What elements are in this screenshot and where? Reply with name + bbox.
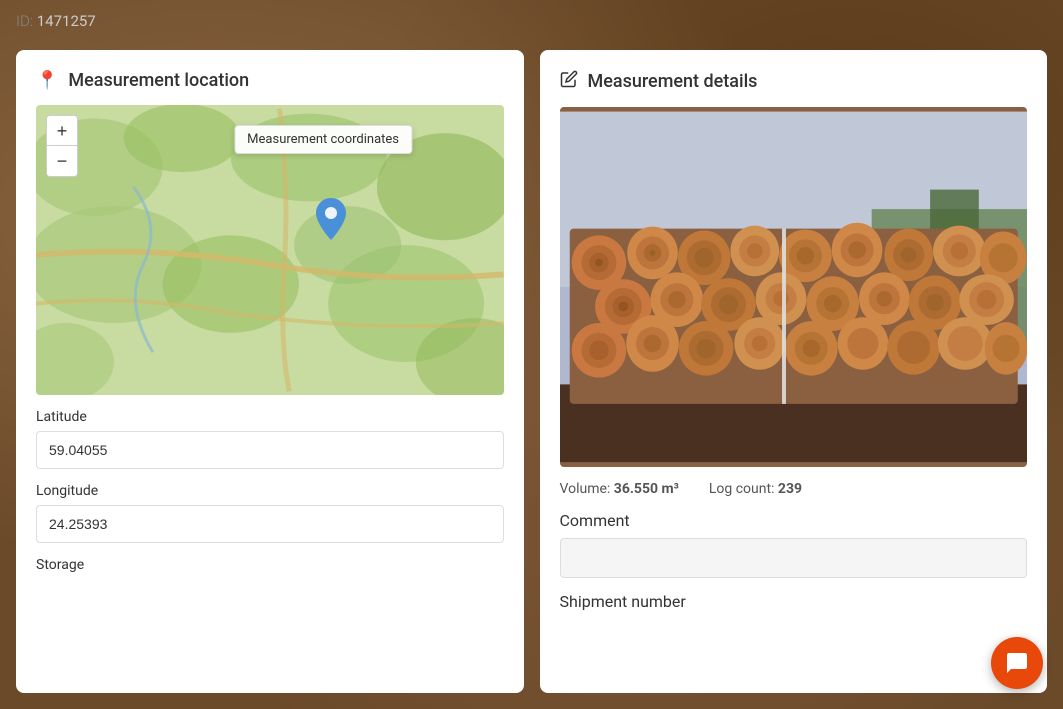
location-icon: 📍 — [36, 70, 58, 91]
map-container[interactable]: + − Measurement coordinates — [36, 105, 504, 395]
longitude-group: Longitude — [36, 483, 504, 543]
right-panel-header: Measurement details — [560, 70, 1028, 93]
map-zoom-controls: + − — [46, 115, 78, 177]
right-panel: Measurement details — [540, 50, 1048, 693]
left-panel: 📍 Measurement location — [16, 50, 524, 693]
left-panel-title: Measurement location — [68, 70, 249, 91]
latitude-input[interactable] — [36, 431, 504, 469]
volume-stat: Volume: 36.550 m³ — [560, 481, 679, 497]
log-count-stat: Log count: 239 — [709, 481, 802, 497]
storage-label: Storage — [36, 557, 504, 573]
comment-section: Comment — [560, 511, 1028, 578]
latitude-label: Latitude — [36, 409, 504, 425]
edit-icon — [560, 70, 578, 93]
latitude-group: Latitude — [36, 409, 504, 469]
log-image-svg — [560, 107, 1028, 467]
longitude-label: Longitude — [36, 483, 504, 499]
longitude-input[interactable] — [36, 505, 504, 543]
panels-container: 📍 Measurement location — [0, 0, 1063, 709]
map-tooltip: Measurement coordinates — [234, 125, 412, 154]
shipment-label: Shipment number — [560, 592, 1028, 611]
zoom-out-button[interactable]: − — [47, 146, 77, 176]
chat-button[interactable] — [991, 637, 1043, 689]
comment-input[interactable] — [560, 538, 1028, 578]
comment-label: Comment — [560, 511, 1028, 530]
left-panel-header: 📍 Measurement location — [36, 70, 504, 91]
storage-group: Storage — [36, 557, 504, 579]
zoom-in-button[interactable]: + — [47, 116, 77, 146]
right-panel-title: Measurement details — [588, 71, 758, 92]
map-pin — [316, 198, 346, 244]
page-id: ID: 1471257 — [16, 12, 96, 30]
log-image-container — [560, 107, 1028, 467]
stats-row: Volume: 36.550 m³ Log count: 239 — [560, 481, 1028, 497]
